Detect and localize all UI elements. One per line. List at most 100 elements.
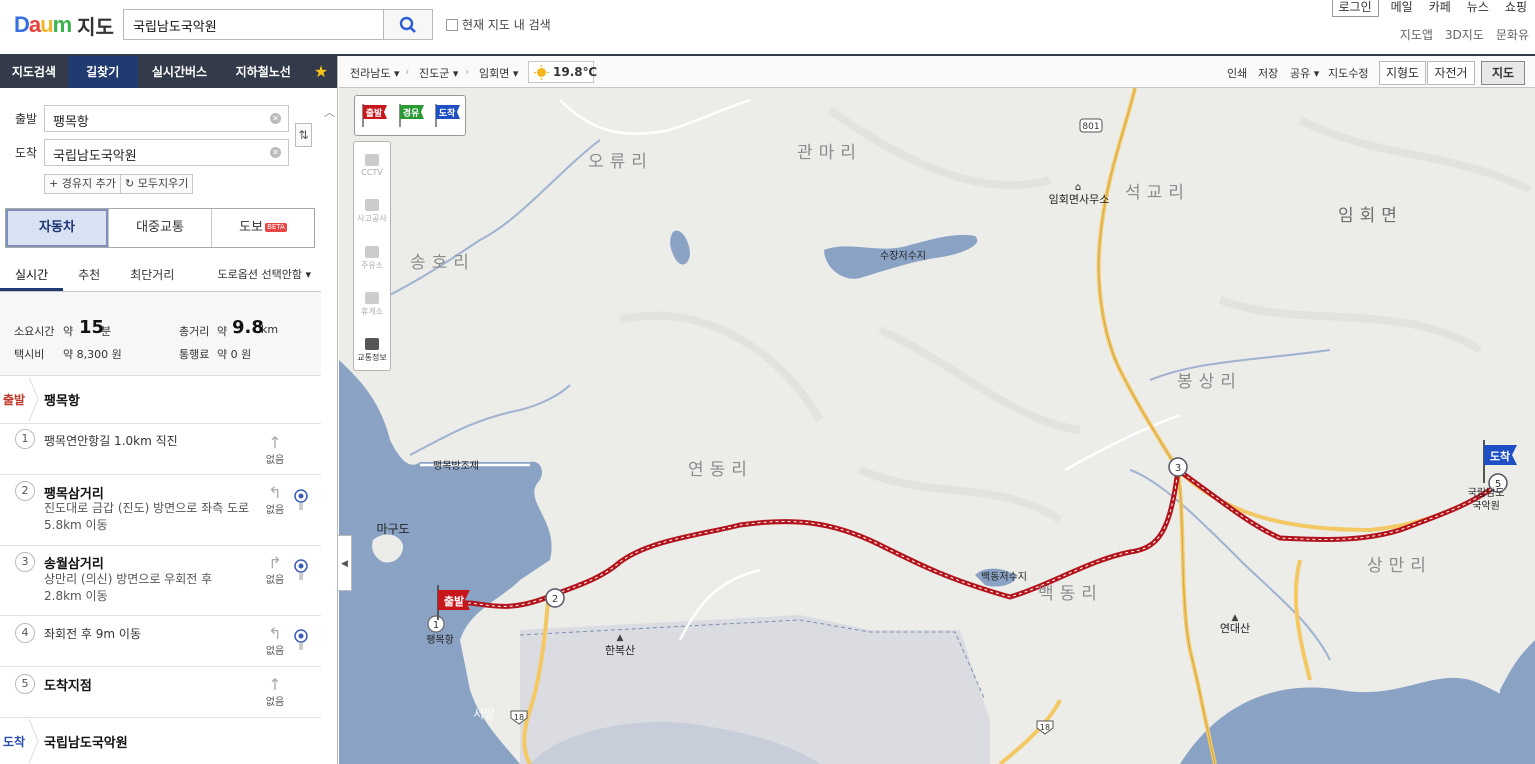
end-row[interactable]: 도착 국립남도국악원 (0, 719, 321, 763)
tab-subway[interactable]: 지하철노선 (221, 56, 305, 88)
tab-realtime-bus[interactable]: 실시간버스 (138, 56, 222, 88)
normal-map-button[interactable]: 지도 (1481, 61, 1525, 85)
office-icon: ⌂ (1075, 182, 1081, 193)
breadcrumb-separator: › (465, 65, 470, 78)
map-svg: 1 2 3 5 801 18 18 오류리 관마리 석교리 임회면 송호리 봉상… (339, 88, 1535, 764)
favorites-star-icon[interactable]: ★ (305, 56, 337, 88)
step-title: 좌회전 후 9m 이동 (44, 627, 142, 641)
subtab-shortest[interactable]: 최단거리 (115, 262, 189, 291)
mode-walk[interactable]: 도보 BETA (212, 209, 314, 247)
breadcrumb-county-label: 진도군 (419, 67, 450, 80)
collapse-panel-button[interactable]: ◀ (338, 535, 352, 591)
map-app-link[interactable]: 지도앱 (1394, 26, 1439, 43)
road-option-dropdown[interactable]: 도로옵션 선택안함 ▾ (203, 262, 322, 291)
mail-link[interactable]: 메일 (1383, 0, 1421, 17)
gas-pump-icon (365, 246, 379, 258)
map-canvas[interactable]: 1 2 3 5 801 18 18 오류리 관마리 석교리 임회면 송호리 봉상… (339, 88, 1535, 764)
edit-map-button[interactable]: 지도수정 (1328, 65, 1368, 81)
accident-button[interactable]: 사고공사 (354, 199, 390, 224)
cafe-link[interactable]: 카페 (1421, 0, 1459, 17)
left-tabs: 지도검색 길찾기 실시간버스 지하철노선 ★ (0, 56, 337, 88)
culture-link[interactable]: 문화유 (1490, 26, 1535, 43)
fork-knife-icon (365, 292, 379, 304)
swap-route-icon[interactable]: ⇅ (295, 123, 312, 147)
search-in-map-checkbox[interactable]: 현재 지도 내 검색 (446, 16, 551, 33)
breadcrumb-province[interactable]: 전라남도 ▾ (350, 65, 400, 81)
cctv-button[interactable]: CCTV (354, 154, 390, 177)
search-button[interactable] (383, 9, 433, 40)
end-input[interactable]: 국립남도국악원 ✕ (44, 139, 289, 166)
divider (0, 423, 321, 424)
clear-end-icon[interactable]: ✕ (270, 147, 281, 158)
roadview-camera-icon[interactable] (294, 559, 308, 581)
chevron-divider-icon (28, 719, 39, 763)
rest-area-button[interactable]: 휴게소 (354, 292, 390, 317)
route-point-1[interactable]: 1 (427, 615, 445, 633)
start-input[interactable]: 팽목항 ✕ (44, 105, 289, 132)
start-row[interactable]: 출발 팽목항 (0, 377, 321, 421)
shopping-link[interactable]: 쇼핑 (1497, 0, 1535, 17)
terrain-map-button[interactable]: 지형도 (1379, 61, 1426, 85)
svg-text:2: 2 (552, 594, 558, 605)
start-flag-button[interactable]: 출발 (360, 102, 388, 128)
map-logo-text: 지도 (77, 14, 114, 39)
village-label: 송호리 (410, 253, 475, 273)
subtab-realtime[interactable]: 실시간 (0, 262, 64, 291)
end-flag-button[interactable]: 도착 (433, 102, 461, 128)
login-link[interactable]: 로그인 (1331, 0, 1379, 17)
share-button[interactable]: 공유 ▾ (1290, 65, 1319, 81)
top-links: 로그인 메일 카페 뉴스 쇼핑 (1331, 0, 1535, 17)
breadcrumb-separator: › (405, 65, 410, 78)
checkbox-box[interactable] (446, 18, 458, 31)
roadview-camera-icon[interactable] (294, 489, 308, 511)
reservoir-label: 백동저수지 (981, 571, 1027, 583)
route-sub-tabs: 실시간 추천 최단거리 도로옵션 선택안함 ▾ (0, 262, 321, 292)
search-input[interactable]: 국립남도국악원 (123, 9, 384, 40)
seawall-label: 팽목방조제 (433, 460, 479, 472)
clear-all-button[interactable]: ↻ 모두지우기 (120, 174, 194, 194)
toll-value: 약 0 원 (217, 348, 252, 361)
end-marker-label: 도착 (1490, 449, 1510, 463)
print-button[interactable]: 인쇄 (1227, 65, 1247, 81)
chevron-divider-icon (28, 377, 39, 421)
route-point-2[interactable]: 2 (545, 588, 565, 608)
3d-map-link[interactable]: 3D지도 (1439, 26, 1490, 43)
svg-text:출발: 출발 (366, 107, 383, 119)
add-waypoint-button[interactable]: + 경유지 추가 (44, 174, 121, 194)
step-turn-label: 없음 (265, 646, 285, 657)
village-label: 연동리 (688, 460, 753, 480)
mountain-label: 연대산 (1220, 622, 1250, 635)
traffic-info-button[interactable]: 교통정보 (354, 338, 390, 363)
bicycle-map-button[interactable]: 자전거 (1427, 61, 1475, 85)
tab-directions[interactable]: 길찾기 (67, 56, 138, 88)
village-label: 봉상리 (1177, 372, 1242, 392)
time-approx: 약 (63, 325, 74, 338)
daum-map-logo[interactable]: Daum 지도 (14, 10, 114, 40)
waypoint-flag-button[interactable]: 경유 (397, 102, 425, 128)
mode-car[interactable]: 자동차 (6, 209, 109, 247)
clear-start-icon[interactable]: ✕ (270, 113, 281, 124)
breadcrumb-town[interactable]: 임회면 ▾ (479, 65, 518, 81)
car-icon (365, 338, 379, 350)
weather-widget[interactable]: 19.8℃ (528, 61, 597, 83)
beta-badge: BETA (265, 223, 287, 232)
step-number: 3 (15, 552, 35, 572)
mountain-icon: ▲ (617, 633, 624, 643)
route-point-3[interactable]: 3 (1168, 457, 1188, 477)
gas-station-button[interactable]: 주유소 (354, 246, 390, 271)
mode-transit[interactable]: 대중교통 (109, 209, 212, 247)
map-toolbar: 전라남도 ▾ › 진도군 ▾ › 임회면 ▾ 19.8℃ 인쇄 저장 공유 ▾ … (339, 56, 1535, 88)
step-turn: ↑ 없음 (263, 677, 287, 709)
office-label: 임회면사무소 (1049, 193, 1110, 206)
subtab-recommended[interactable]: 추천 (63, 262, 115, 291)
save-button[interactable]: 저장 (1258, 65, 1278, 81)
breadcrumb-county[interactable]: 진도군 ▾ (419, 65, 458, 81)
sun-icon (534, 65, 549, 80)
news-link[interactable]: 뉴스 (1459, 0, 1497, 17)
tab-map-search[interactable]: 지도검색 (0, 56, 68, 88)
scroll-up-icon[interactable]: ︿ (324, 104, 335, 120)
step-turn: ↱ 없음 (263, 555, 287, 587)
svg-text:1: 1 (433, 620, 439, 631)
roadview-camera-icon[interactable] (294, 629, 308, 651)
taxi-label: 택시비 (14, 348, 45, 361)
